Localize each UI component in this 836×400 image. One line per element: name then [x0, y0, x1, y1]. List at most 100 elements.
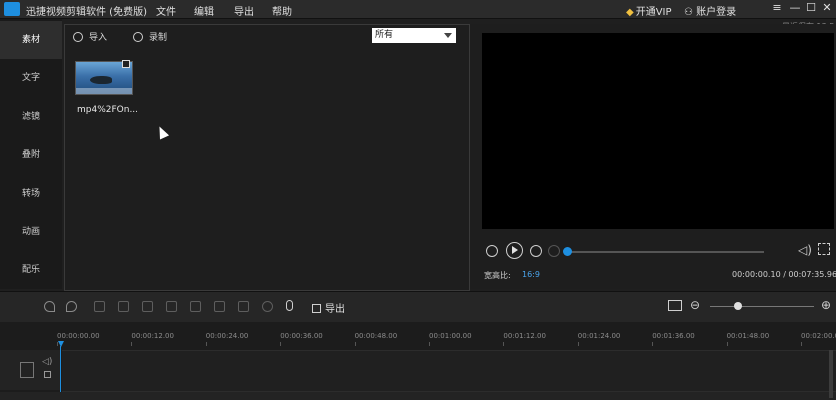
mosaic-icon[interactable]: [214, 301, 225, 312]
microphone-icon[interactable]: [286, 300, 293, 311]
zoom-in-icon[interactable]: ⊕: [821, 298, 831, 312]
ruler-tick: [726, 342, 728, 346]
clip-add-icon[interactable]: [122, 60, 130, 68]
account-login-button[interactable]: ⚇ 账户登录: [684, 3, 736, 18]
ruler-tick-label: 00:00:36.00: [280, 332, 323, 340]
edit-icon[interactable]: [94, 301, 105, 312]
menu-edit[interactable]: 编辑: [194, 3, 214, 18]
audio-track-area[interactable]: [0, 392, 836, 400]
nav-item-transition[interactable]: 转场: [0, 175, 62, 213]
nav-item-animation[interactable]: 动画: [0, 213, 62, 251]
nav-item-filter[interactable]: 滤镜: [0, 98, 62, 136]
record-button[interactable]: 录制: [133, 30, 167, 43]
timeline-ruler[interactable]: 00:00:00.00 00:00:12.00 00:00:24.00 00:00:3…: [0, 322, 836, 346]
ruler-tick-label: 00:00:48.00: [354, 332, 398, 340]
ruler-tick-label: 00:01:36.00: [652, 332, 695, 340]
ruler-tick-label: 00:00:24.00: [205, 332, 249, 340]
ruler-tick: [131, 342, 133, 346]
account-label: 账户登录: [696, 7, 737, 18]
stop-icon[interactable]: [548, 245, 560, 257]
nav-item-text[interactable]: 文字: [0, 59, 62, 97]
diamond-icon: ◆: [626, 7, 634, 18]
filter-value: 所有: [375, 30, 394, 40]
export-label: 导出: [325, 304, 345, 315]
mouse-cursor-icon: [154, 124, 170, 140]
video-track-icon: [20, 362, 34, 378]
redo-icon[interactable]: [66, 301, 77, 312]
clip-label: mp4%2FOn...: [77, 105, 139, 115]
record-icon: [133, 32, 143, 42]
left-nav: 素材 文字 滤镜 叠附 转场 动画 配乐: [0, 19, 62, 289]
fullscreen-icon[interactable]: [818, 243, 830, 255]
split-icon[interactable]: [118, 301, 129, 312]
app-title: 迅捷视频剪辑软件 (免费版): [26, 7, 147, 18]
ruler-tick: [503, 342, 505, 346]
thumbnail-shore: [76, 88, 132, 94]
vip-label: 开通VIP: [635, 7, 672, 18]
menu-export[interactable]: 导出: [234, 3, 254, 18]
play-button[interactable]: [506, 242, 523, 259]
speed-icon[interactable]: [190, 301, 201, 312]
menu-help[interactable]: 帮助: [272, 3, 292, 18]
track-mute-icon[interactable]: ◁): [42, 357, 52, 367]
ruler-tick-label: 00:01:00.00: [429, 332, 472, 340]
playback-progress-knob[interactable]: [563, 247, 572, 256]
ruler-tick-label: 00:01:48.00: [726, 332, 770, 340]
ruler-tick-label: 00:02:00.00: [801, 332, 836, 340]
nav-item-overlay[interactable]: 叠附: [0, 136, 62, 174]
aspect-ratio-value[interactable]: 16:9: [522, 270, 540, 279]
preview-panel: ◁) 宽高比: 16:9 00:00:00.10 / 00:07:35.96: [470, 24, 836, 289]
import-label: 导入: [89, 33, 108, 43]
menu-icon[interactable]: ≡: [770, 1, 784, 15]
user-icon: ⚇: [684, 7, 693, 18]
ruler-tick: [205, 342, 207, 346]
import-button[interactable]: 导入: [73, 30, 107, 43]
aspect-ratio-label: 宽高比:: [484, 271, 511, 280]
ruler-tick-label: 00:01:24.00: [577, 332, 621, 340]
ruler-tick: [429, 342, 430, 346]
volume-icon[interactable]: ◁): [798, 243, 812, 257]
video-track-area[interactable]: [62, 350, 836, 392]
preview-screen: [482, 33, 834, 229]
zoom-slider-track[interactable]: [710, 306, 814, 307]
export-icon: [312, 304, 321, 313]
ruler-tick-label: 00:01:12.00: [503, 332, 546, 340]
thumbnail-bird: [90, 76, 112, 84]
track-lock-icon[interactable]: [44, 371, 51, 378]
nav-item-media[interactable]: 素材: [0, 21, 62, 59]
duration-icon[interactable]: [262, 301, 273, 312]
ruler-tick: [801, 342, 802, 346]
ruler-tick-label: 00:00:12.00: [131, 332, 174, 340]
timeline-scrollbar[interactable]: [829, 350, 833, 398]
next-frame-icon[interactable]: [530, 245, 542, 257]
freeze-frame-icon[interactable]: [238, 301, 249, 312]
app-logo-icon: [4, 2, 20, 16]
undo-icon[interactable]: [44, 301, 55, 312]
zoom-slider-knob[interactable]: [734, 302, 742, 310]
ruler-tick: [577, 342, 579, 346]
zoom-out-icon[interactable]: ⊖: [690, 298, 700, 312]
nav-item-music[interactable]: 配乐: [0, 251, 62, 289]
delete-icon[interactable]: [142, 301, 153, 312]
ruler-tick: [354, 342, 356, 346]
maximize-icon[interactable]: ☐: [804, 1, 818, 15]
export-button[interactable]: 导出: [312, 300, 345, 315]
vip-button[interactable]: ◆ 开通VIP: [626, 3, 672, 18]
play-icon: [512, 246, 518, 254]
timeline: 00:00:00.00 00:00:12.00 00:00:24.00 00:00:3…: [0, 322, 836, 400]
media-filter-select[interactable]: 所有: [372, 28, 456, 43]
playback-progress-track[interactable]: [566, 251, 764, 253]
chevron-down-icon: [444, 33, 452, 38]
prev-frame-icon[interactable]: [486, 245, 498, 257]
menu-file[interactable]: 文件: [156, 3, 176, 18]
ruler-tick: [280, 342, 282, 346]
record-label: 录制: [149, 33, 168, 43]
close-icon[interactable]: ✕: [820, 1, 834, 15]
minimize-icon[interactable]: —: [788, 1, 802, 15]
edit-toolbar: 导出 ⊖ ⊕: [0, 291, 836, 322]
title-bar: 迅捷视频剪辑软件 (免费版) 文件 编辑 导出 帮助 ◆ 开通VIP ⚇ 账户登录…: [0, 0, 836, 19]
crop-icon[interactable]: [166, 301, 177, 312]
ruler-tick-label: 00:00:00.00: [57, 332, 100, 340]
fit-timeline-icon[interactable]: [668, 300, 682, 311]
playhead-icon[interactable]: [58, 341, 64, 347]
